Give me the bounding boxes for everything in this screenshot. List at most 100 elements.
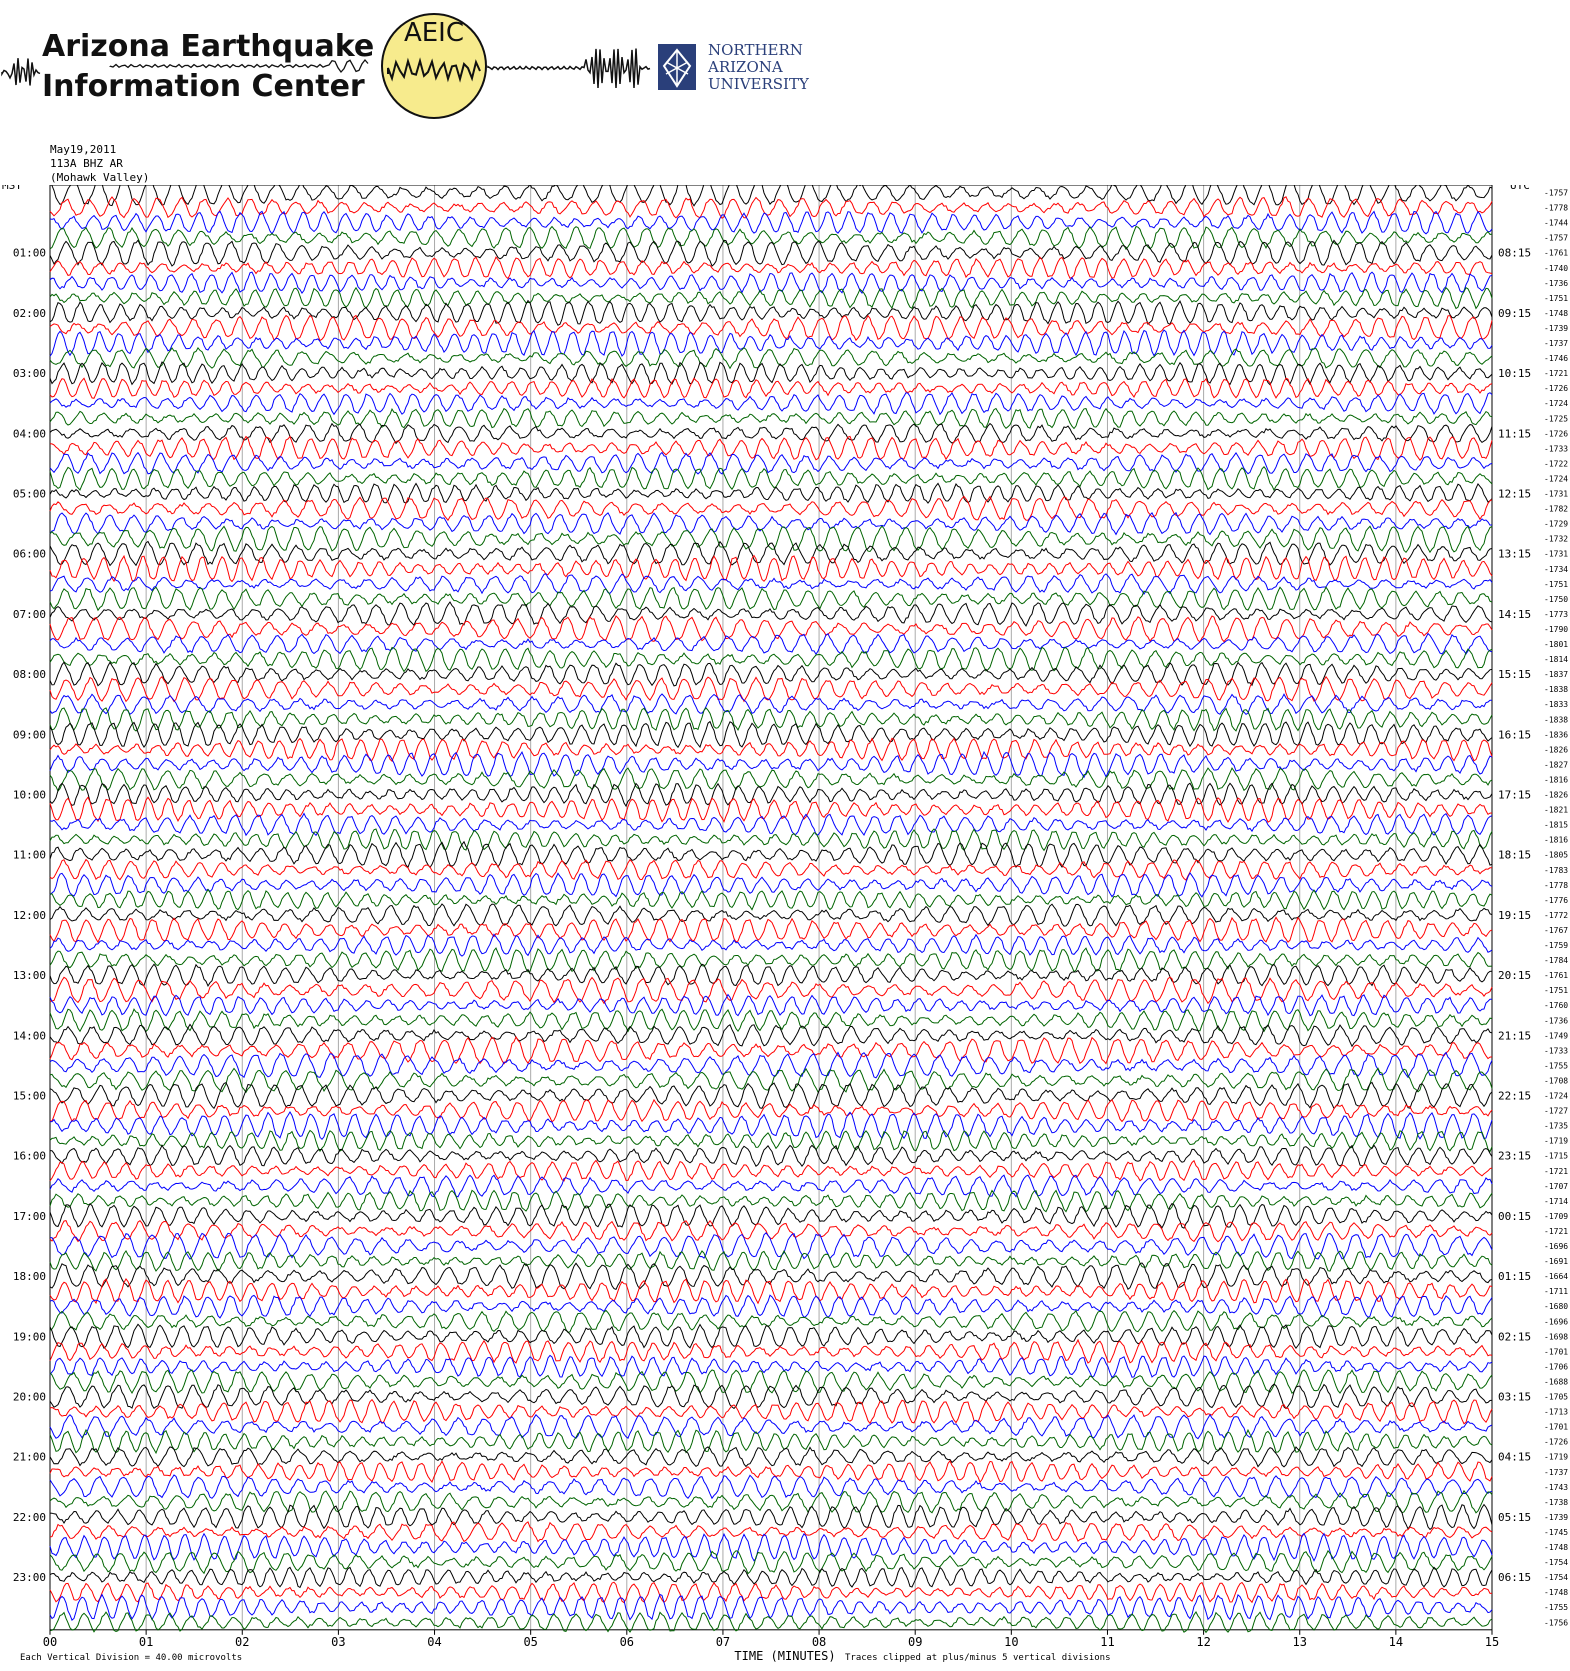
dc-offset-27: -1750	[1544, 595, 1568, 604]
trace-line-87	[49, 1489, 1493, 1514]
dc-offset-68: -1709	[1544, 1212, 1568, 1221]
utc-hour-12: 20:15	[1498, 969, 1531, 982]
utc-hour-0: 08:15	[1498, 247, 1531, 260]
org-title-line2: Information Center	[42, 69, 365, 104]
dc-offset-66: -1707	[1544, 1182, 1568, 1191]
header-wave-right	[487, 48, 651, 89]
dc-offset-93: -1748	[1544, 1588, 1568, 1597]
utc-hour-13: 21:15	[1498, 1029, 1531, 1042]
trace-line-25	[49, 554, 1493, 583]
dc-offset-11: -1746	[1544, 354, 1568, 363]
dc-offset-62: -1735	[1544, 1122, 1568, 1131]
dc-offset-12: -1721	[1544, 369, 1568, 378]
utc-hour-20: 04:15	[1498, 1451, 1531, 1464]
dc-offset-32: -1837	[1544, 670, 1568, 679]
dc-offset-49: -1767	[1544, 926, 1568, 935]
trace-line-37	[49, 737, 1493, 762]
trace-line-94	[49, 1593, 1493, 1621]
dc-offset-18: -1722	[1544, 459, 1568, 468]
x-tick-label-08: 08	[812, 1635, 826, 1649]
aeic-badge-text: AEIC	[403, 18, 465, 48]
mst-hour-12: 13:00	[13, 969, 46, 982]
utc-hour-10: 18:15	[1498, 849, 1531, 862]
mst-hour-3: 04:00	[13, 427, 46, 440]
mst-hour-1: 02:00	[13, 307, 46, 320]
dc-offset-37: -1826	[1544, 745, 1568, 754]
dc-offset-38: -1827	[1544, 760, 1568, 769]
mst-label: MST	[2, 185, 22, 192]
utc-hour-8: 16:15	[1498, 728, 1531, 741]
trace-line-33	[49, 675, 1493, 703]
utc-hour-19: 03:15	[1498, 1391, 1531, 1404]
utc-hour-18: 02:15	[1498, 1330, 1531, 1343]
trace-line-62	[49, 1111, 1493, 1141]
trace-line-54	[49, 993, 1492, 1017]
dc-offset-31: -1814	[1544, 655, 1568, 664]
date-label: May19,2011	[50, 143, 117, 156]
x-tick-label-02: 02	[235, 1635, 249, 1649]
dc-offset-76: -1698	[1544, 1332, 1568, 1341]
trace-line-17	[49, 435, 1493, 462]
header-wave-left	[1, 58, 41, 86]
trace-line-50	[49, 933, 1493, 957]
trace-line-28	[49, 601, 1493, 627]
dc-offset-55: -1736	[1544, 1016, 1568, 1025]
utc-hour-14: 22:15	[1498, 1090, 1531, 1103]
trace-line-63	[49, 1129, 1493, 1153]
utc-hour-11: 19:15	[1498, 909, 1531, 922]
dc-offset-17: -1733	[1544, 444, 1568, 453]
dc-offset-46: -1778	[1544, 881, 1568, 890]
dc-offset-78: -1706	[1544, 1362, 1568, 1371]
dc-offset-82: -1701	[1544, 1423, 1568, 1432]
dc-offset-33: -1838	[1544, 685, 1568, 694]
dc-offset-1: -1778	[1544, 204, 1568, 213]
utc-hour-6: 14:15	[1498, 608, 1531, 621]
trace-line-86	[49, 1474, 1493, 1500]
dc-offset-88: -1739	[1544, 1513, 1568, 1522]
x-tick-label-14: 14	[1389, 1635, 1403, 1649]
dc-offset-69: -1721	[1544, 1227, 1568, 1236]
nau-text-2: ARIZONA	[708, 58, 783, 76]
trace-line-14	[49, 392, 1493, 416]
trace-line-27	[49, 586, 1493, 612]
x-tick-label-09: 09	[908, 1635, 922, 1649]
trace-line-74	[49, 1294, 1493, 1319]
dc-offset-56: -1749	[1544, 1031, 1568, 1040]
dc-offset-63: -1719	[1544, 1137, 1568, 1146]
dc-offset-16: -1726	[1544, 429, 1568, 438]
utc-hour-1: 09:15	[1498, 307, 1531, 320]
utc-hour-15: 23:15	[1498, 1150, 1531, 1163]
trace-line-45	[49, 858, 1492, 881]
dc-offset-20: -1731	[1544, 490, 1568, 499]
trace-line-64	[49, 1144, 1493, 1167]
dc-offset-39: -1816	[1544, 775, 1568, 784]
header: Arizona Earthquake Information Center AE…	[0, 0, 1570, 140]
utc-hour-21: 05:15	[1498, 1511, 1531, 1524]
dc-offset-79: -1688	[1544, 1377, 1568, 1386]
x-tick-label-13: 13	[1293, 1635, 1307, 1649]
trace-line-83	[49, 1428, 1493, 1455]
trace-line-77	[49, 1338, 1493, 1364]
dc-offset-86: -1743	[1544, 1483, 1568, 1492]
x-tick-label-03: 03	[331, 1635, 345, 1649]
dc-offset-8: -1748	[1544, 309, 1568, 318]
dc-offset-3: -1757	[1544, 234, 1568, 243]
dc-offset-74: -1680	[1544, 1302, 1568, 1311]
org-title-line1: Arizona Earthquake	[42, 29, 375, 64]
dc-offset-9: -1739	[1544, 324, 1568, 333]
nau-text-1: NORTHERN	[708, 41, 803, 59]
dc-offset-45: -1783	[1544, 866, 1568, 875]
utc-hour-16: 00:15	[1498, 1210, 1531, 1223]
trace-line-75	[49, 1309, 1493, 1333]
dc-offset-29: -1790	[1544, 625, 1568, 634]
mst-hour-19: 20:00	[13, 1391, 46, 1404]
trace-line-78	[49, 1354, 1493, 1379]
trace-line-39	[49, 767, 1493, 793]
trace-line-61	[49, 1098, 1493, 1123]
dc-offset-34: -1833	[1544, 700, 1568, 709]
trace-line-56	[49, 1023, 1493, 1048]
dc-offset-83: -1726	[1544, 1438, 1568, 1447]
nau-pine-icon	[658, 44, 696, 90]
mst-hour-9: 10:00	[13, 789, 46, 802]
dc-offset-65: -1721	[1544, 1167, 1568, 1176]
